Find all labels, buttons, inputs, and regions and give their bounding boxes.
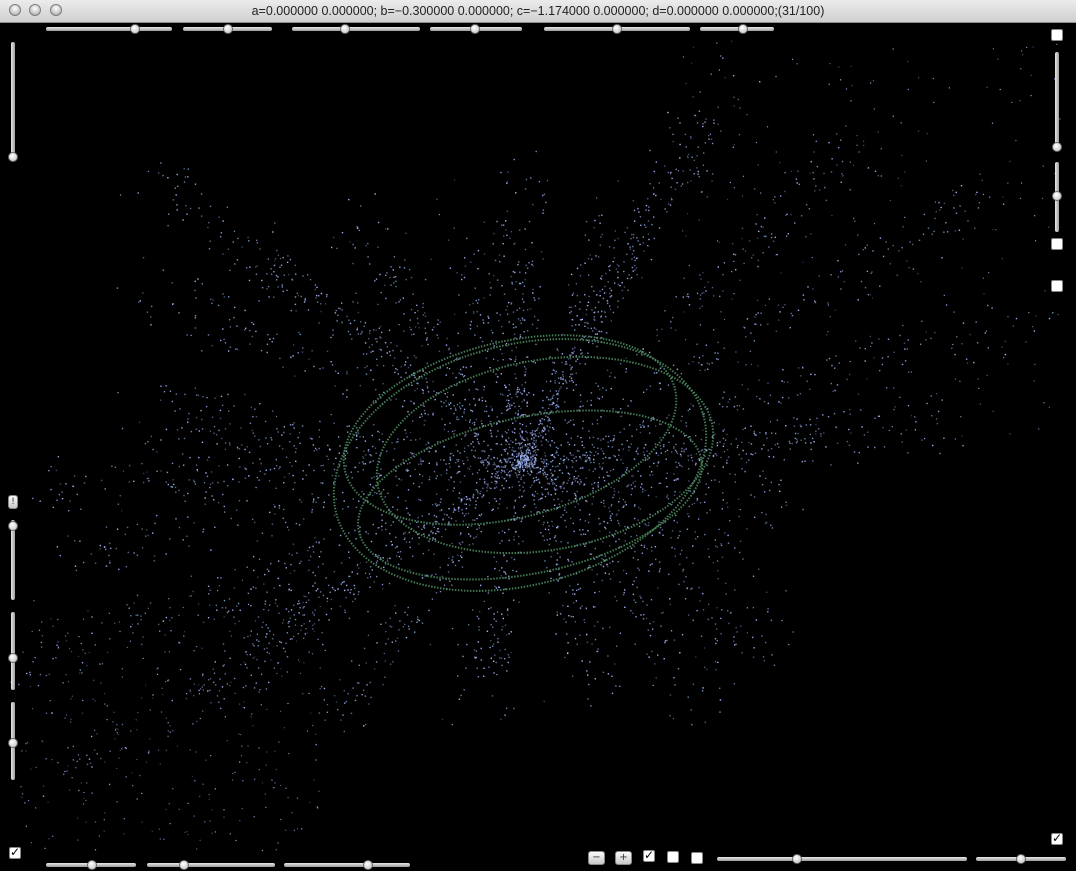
checkmark-icon: ✓	[1052, 831, 1063, 845]
bottom-slider-4-thumb[interactable]	[792, 854, 802, 864]
bottom-checkbox-3[interactable]	[691, 852, 703, 864]
top-slider-2[interactable]	[183, 24, 272, 34]
checkmark-icon: ✓	[644, 848, 655, 862]
title-bar: a=0.000000 0.000000; b=−0.300000 0.00000…	[0, 0, 1076, 23]
top-slider-6[interactable]	[700, 24, 774, 34]
left-slider-3[interactable]	[8, 702, 18, 780]
top-slider-1[interactable]	[46, 24, 172, 34]
top-slider-6-thumb[interactable]	[738, 24, 748, 34]
top-slider-5-thumb[interactable]	[612, 24, 622, 34]
bottom-slider-1-thumb[interactable]	[87, 860, 97, 870]
bottom-checkbox-2[interactable]	[667, 851, 679, 863]
fractal-window: a=0.000000 0.000000; b=−0.300000 0.00000…	[0, 0, 1076, 871]
bottom-slider-2-thumb[interactable]	[179, 860, 189, 870]
left-slider-1-thumb[interactable]	[8, 521, 18, 531]
zoom-in-button[interactable]: +	[615, 851, 632, 865]
right-slider-1-thumb[interactable]	[1052, 142, 1062, 152]
right-slider-1[interactable]	[1052, 52, 1062, 152]
top-slider-1-thumb[interactable]	[130, 24, 140, 34]
bottom-slider-5-thumb[interactable]	[1016, 854, 1026, 864]
bottom-slider-5[interactable]	[976, 854, 1066, 864]
top-slider-4[interactable]	[430, 24, 522, 34]
zoom-out-button[interactable]: −	[588, 851, 605, 865]
left-checkbox-bottom[interactable]: ✓	[9, 845, 21, 859]
right-checkbox-lower[interactable]	[1051, 280, 1063, 292]
right-checkbox-top[interactable]	[1051, 29, 1063, 41]
left-slider-top[interactable]	[8, 42, 18, 162]
bottom-slider-3[interactable]	[284, 860, 410, 870]
right-checkbox-bottom[interactable]: ✓	[1051, 831, 1063, 845]
fractal-point-cloud	[10, 40, 1061, 852]
window-title: a=0.000000 0.000000; b=−0.300000 0.00000…	[251, 4, 825, 18]
bottom-slider-1[interactable]	[46, 860, 136, 870]
right-slider-2[interactable]	[1052, 162, 1062, 232]
left-slider-2[interactable]	[8, 612, 18, 690]
top-slider-2-thumb[interactable]	[223, 24, 233, 34]
left-slider-2-thumb[interactable]	[8, 653, 18, 663]
bottom-slider-3-thumb[interactable]	[363, 860, 373, 870]
bottom-slider-2[interactable]	[147, 860, 275, 870]
left-slider-top-thumb[interactable]	[8, 152, 18, 162]
top-slider-3[interactable]	[292, 24, 420, 34]
right-slider-2-thumb[interactable]	[1052, 191, 1062, 201]
fractal-canvas[interactable]	[0, 23, 1076, 871]
bottom-checkbox-1[interactable]: ✓	[643, 848, 655, 862]
checkmark-icon: ✓	[10, 845, 21, 859]
right-checkbox-mid[interactable]	[1051, 238, 1063, 250]
top-slider-3-thumb[interactable]	[340, 24, 350, 34]
left-slider-3-thumb[interactable]	[8, 738, 18, 748]
left-small-button[interactable]: !	[8, 495, 18, 509]
top-slider-4-thumb[interactable]	[470, 24, 480, 34]
left-slider-1[interactable]	[8, 520, 18, 600]
top-slider-5[interactable]	[544, 24, 690, 34]
bottom-slider-4[interactable]	[717, 854, 967, 864]
